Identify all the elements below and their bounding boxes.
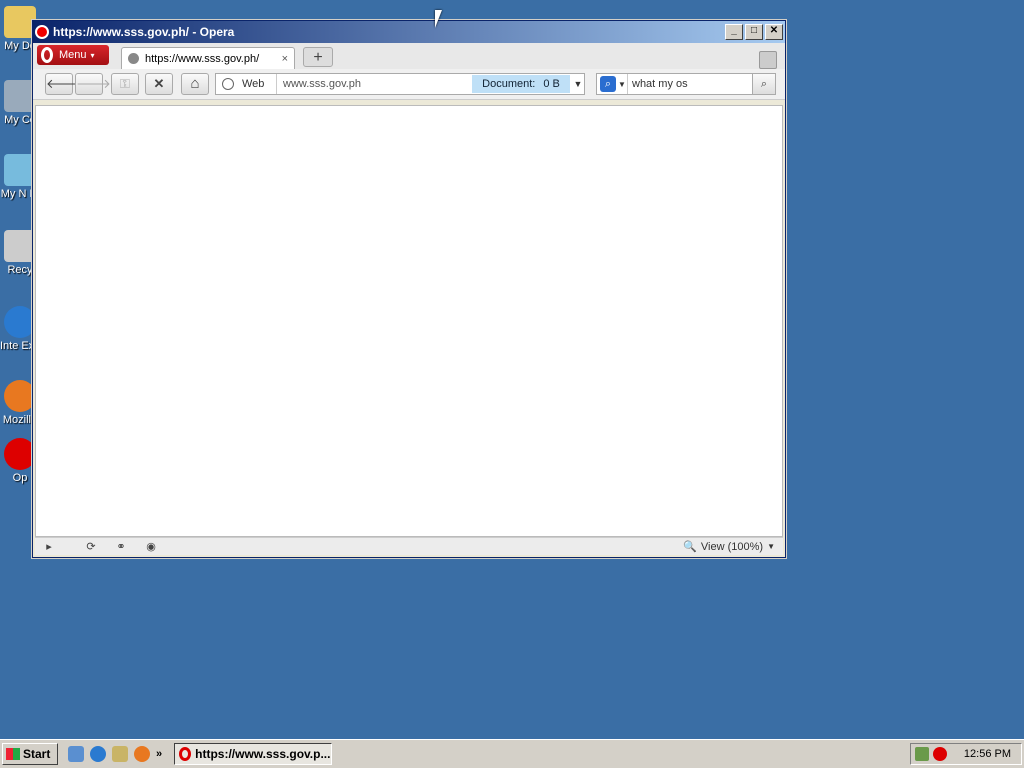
chevron-down-icon: ▾ <box>90 50 95 60</box>
chevron-down-icon: ▼ <box>618 79 626 89</box>
new-tab-button[interactable]: + <box>303 47 333 67</box>
tab-close-icon[interactable]: × <box>282 53 288 65</box>
navigation-toolbar: 🡐 🡒 ⚿ ✕ ⌂ Web www.sss.gov.ph Document: 0… <box>33 69 785 100</box>
mouse-cursor-icon <box>435 10 442 28</box>
page-favicon-icon <box>128 53 139 64</box>
panel-toggle-icon[interactable]: ▸ <box>41 540 57 554</box>
tab-sss[interactable]: https://www.sss.gov.ph/ × <box>121 47 295 69</box>
chevron-down-icon: ▼ <box>767 542 775 551</box>
document-progress: Document: 0 B <box>472 75 570 93</box>
window-title: https://www.sss.gov.ph/ - Opera <box>53 25 235 39</box>
home-button[interactable]: ⌂ <box>181 73 209 95</box>
url-input[interactable]: www.sss.gov.ph <box>277 78 472 90</box>
document-label: Document: <box>482 78 536 90</box>
stop-button[interactable]: ✕ <box>145 73 173 95</box>
system-tray: 12:56 PM <box>910 743 1022 765</box>
view-zoom-label: View (100%) <box>700 540 764 553</box>
windows-explorer-icon[interactable] <box>112 746 128 762</box>
title-bar[interactable]: https://www.sss.gov.ph/ - Opera _ □ ✕ <box>33 21 785 43</box>
task-title: https://www.sss.gov.p... <box>195 747 331 761</box>
quick-launch: » <box>68 746 162 762</box>
start-label: Start <box>23 747 51 761</box>
search-input[interactable]: what my os <box>628 78 752 90</box>
close-button[interactable]: ✕ <box>765 24 783 40</box>
tab-bar: Menu ▾ https://www.sss.gov.ph/ × + <box>33 43 785 69</box>
zoom-icon: 🔍 <box>683 541 697 553</box>
closed-tabs-trash-icon[interactable] <box>759 51 777 69</box>
turbo-icon[interactable]: ◉ <box>143 540 159 554</box>
back-button[interactable]: 🡐 <box>45 73 81 95</box>
search-engine-icon: ⌕ <box>600 76 616 92</box>
opera-logo-icon <box>41 47 53 63</box>
maximize-button[interactable]: □ <box>745 24 763 40</box>
globe-icon <box>222 78 234 90</box>
search-go-button[interactable]: ⌕ <box>752 74 775 94</box>
opera-menu-button[interactable]: Menu ▾ <box>37 45 109 65</box>
taskbar: Start » https://www.sss.gov.p... 12:56 P… <box>0 739 1024 768</box>
chevron-right-icon[interactable]: » <box>156 748 162 760</box>
network-tray-icon[interactable] <box>915 747 929 761</box>
opera-logo-icon <box>35 25 49 39</box>
web-label: Web <box>242 78 265 90</box>
search-engine-selector[interactable]: ⌕ ▼ <box>597 74 628 94</box>
opera-logo-icon <box>179 747 192 761</box>
ie-icon[interactable] <box>90 746 106 762</box>
clock: 12:56 PM <box>963 748 1011 760</box>
search-box[interactable]: ⌕ ▼ what my os ⌕ <box>596 73 776 95</box>
windows-flag-icon <box>6 748 20 760</box>
show-desktop-icon[interactable] <box>68 746 84 762</box>
web-badge[interactable]: Web <box>216 74 277 94</box>
status-bar: ▸ ⟳ ⚭ ◉ 🔍 View (100%) ▼ <box>35 537 783 555</box>
firefox-icon[interactable] <box>134 746 150 762</box>
zoom-control[interactable]: 🔍 View (100%) ▼ <box>683 540 775 554</box>
tab-title: https://www.sss.gov.ph/ <box>145 52 260 65</box>
menu-label: Menu <box>59 49 87 61</box>
taskbar-opera-window[interactable]: https://www.sss.gov.p... <box>174 743 333 765</box>
security-key-button[interactable]: ⚿ <box>111 73 139 95</box>
document-size: 0 B <box>543 78 560 90</box>
address-dropdown-icon[interactable]: ▼ <box>572 79 584 89</box>
address-bar[interactable]: Web www.sss.gov.ph Document: 0 B ▼ <box>215 73 585 95</box>
page-content[interactable] <box>35 105 783 537</box>
opera-window: https://www.sss.gov.ph/ - Opera _ □ ✕ Me… <box>32 20 786 558</box>
forward-button[interactable]: 🡒 <box>75 73 111 95</box>
minimize-button[interactable]: _ <box>725 24 743 40</box>
opera-tray-icon[interactable] <box>933 747 947 761</box>
sync-icon[interactable]: ⟳ <box>83 540 99 554</box>
window-controls: _ □ ✕ <box>725 24 783 40</box>
share-icon[interactable]: ⚭ <box>113 540 129 554</box>
start-button[interactable]: Start <box>2 743 58 765</box>
